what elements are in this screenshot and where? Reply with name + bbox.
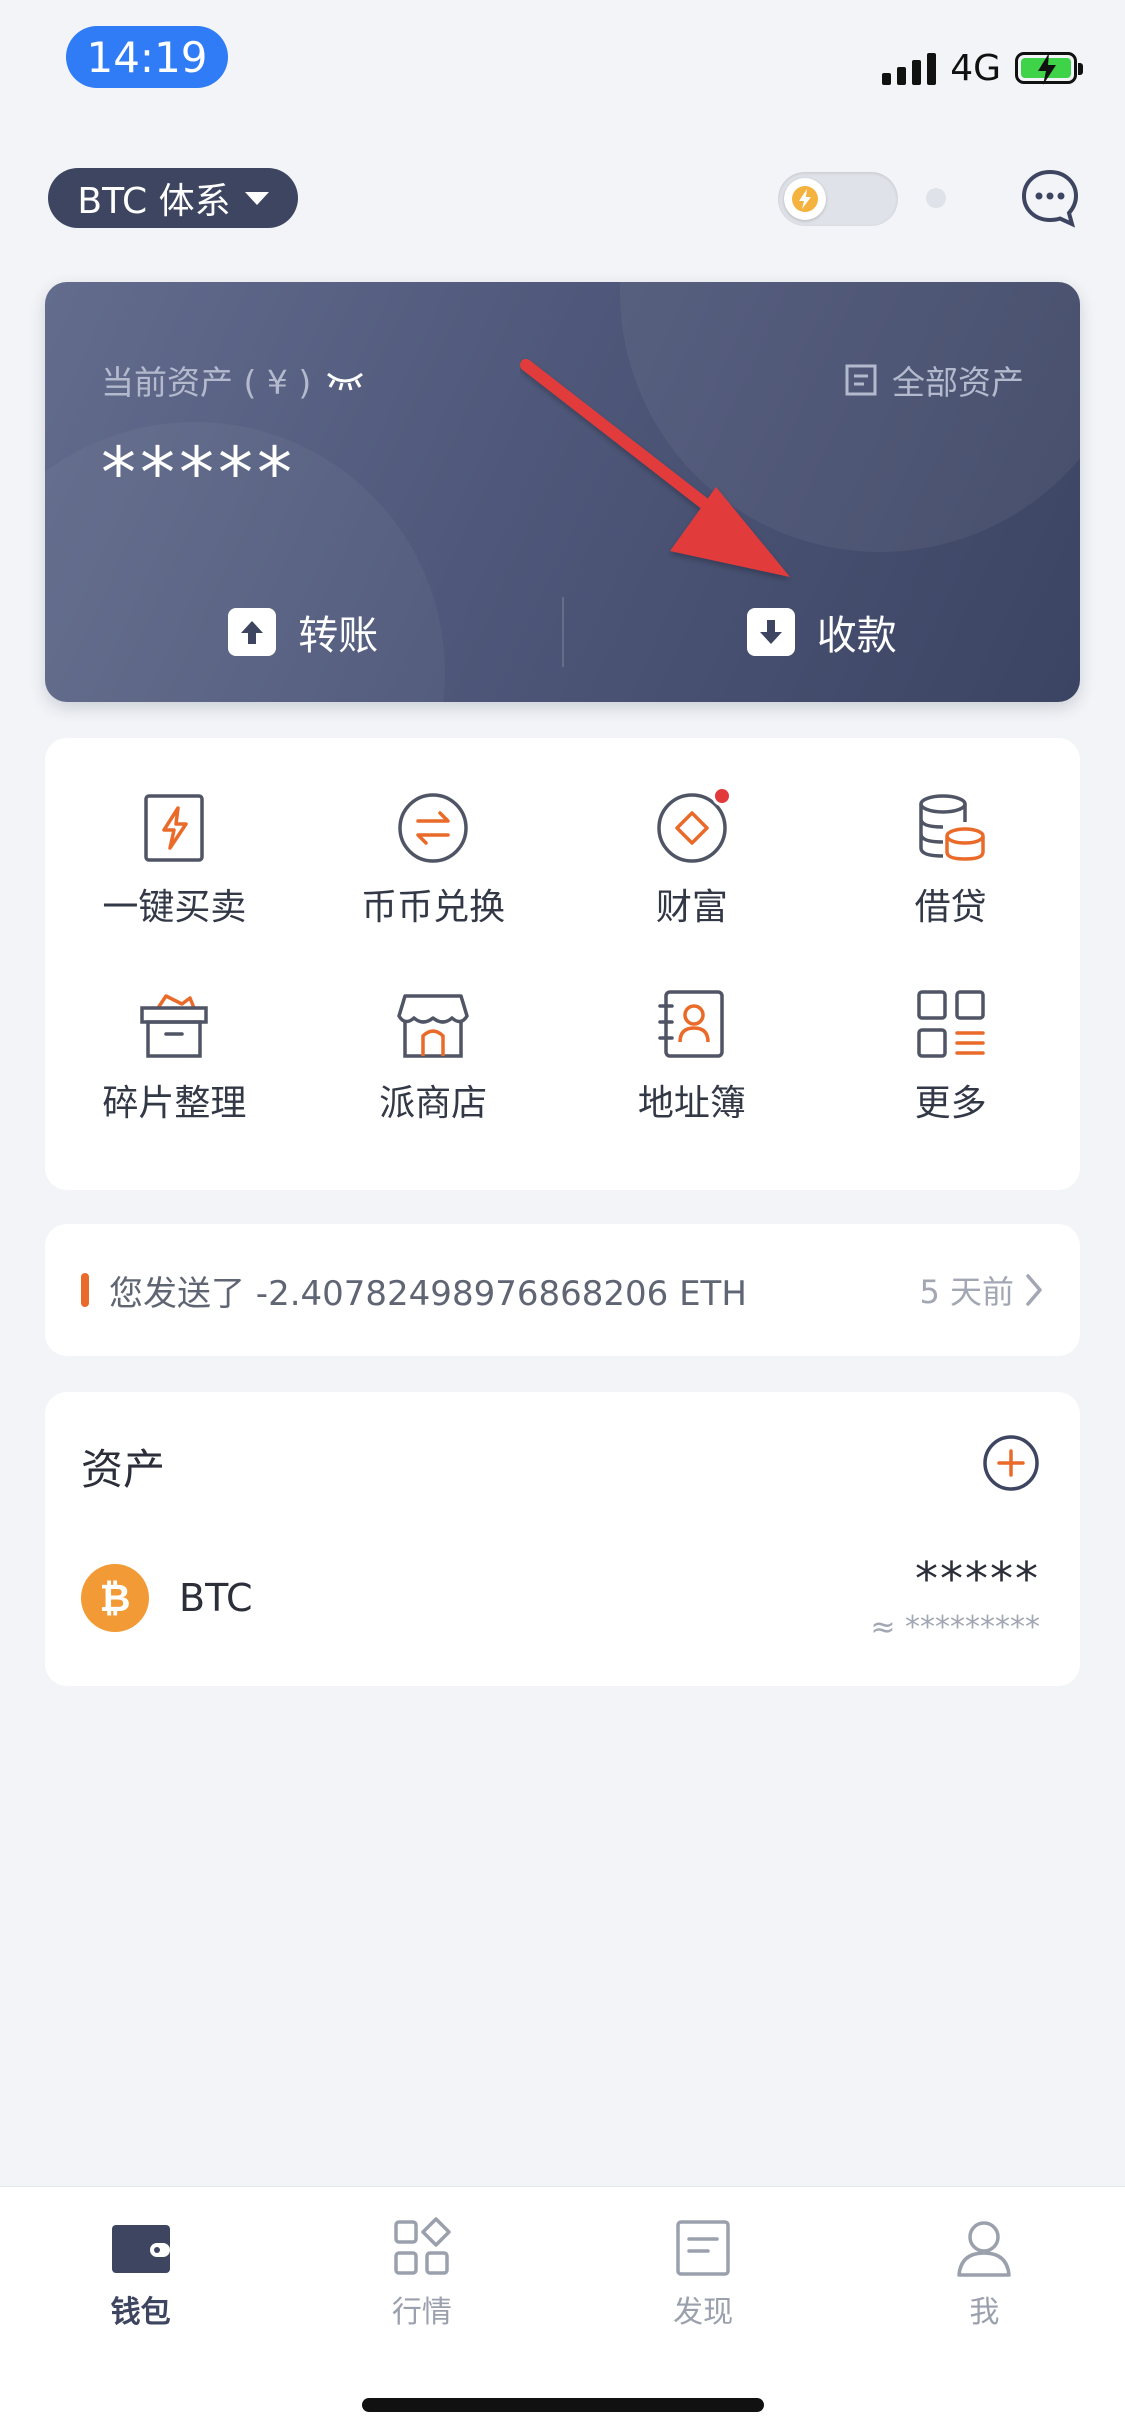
annotation-arrow-icon: [520, 359, 790, 577]
system-selector[interactable]: BTC 体系: [48, 168, 298, 228]
plus-circle-icon: [983, 1435, 1039, 1491]
current-assets-label-group: 当前资产 ( ¥ ): [101, 356, 365, 404]
transfer-label: 转账: [298, 613, 379, 659]
tab-me[interactable]: 我: [844, 2217, 1125, 2436]
feature-more[interactable]: 更多: [821, 986, 1080, 1182]
notice-text: 您发送了 -2.40782498976868206 ETH: [109, 1273, 747, 1314]
feature-label: 财富: [655, 887, 728, 928]
chevron-right-icon: [1026, 1274, 1042, 1306]
receive-button[interactable]: 收款: [564, 603, 1081, 661]
tab-label: 行情: [391, 2295, 452, 2330]
wallet-home-screen: 14:19 4G BTC 体系 当前资产 (¥) 全部资产 ***** 转账…: [0, 0, 1125, 2436]
network-type: 4G: [950, 47, 1001, 89]
upload-icon: [228, 608, 277, 656]
home-indicator: [362, 2398, 764, 2412]
discover-document-icon: [676, 2220, 730, 2276]
asset-value: *****: [101, 432, 296, 514]
all-assets-link[interactable]: 全部资产: [844, 356, 1024, 404]
feature-label: 碎片整理: [102, 1083, 247, 1124]
user-icon: [957, 2221, 1012, 2277]
address-book-icon: [654, 986, 730, 1062]
receive-label: 收款: [816, 613, 897, 659]
add-asset-button[interactable]: [982, 1434, 1040, 1492]
lightning-toggle[interactable]: [778, 172, 898, 226]
feature-grid-card: 一键买卖 币币兑换 财富 借贷 碎片整理 派商店 地址簿 更多: [45, 738, 1080, 1190]
coin-stack-icon: [913, 790, 989, 866]
signal-icon: [882, 51, 937, 85]
current-assets-label: 当前资产 ( ¥ ): [101, 363, 312, 402]
exchange-icon: [395, 790, 471, 866]
feature-label: 更多: [914, 1083, 987, 1124]
transfer-button[interactable]: 转账: [45, 603, 562, 661]
more-grid-icon: [913, 986, 989, 1062]
feature-defragment[interactable]: 碎片整理: [45, 986, 304, 1182]
market-grid-icon: [394, 2217, 451, 2275]
feature-wealth[interactable]: 财富: [563, 786, 822, 986]
accent-bar: [81, 1273, 89, 1307]
store-icon: [395, 986, 471, 1062]
recent-transaction-notice[interactable]: 您发送了 -2.40782498976868206 ETH 5 天前: [45, 1224, 1080, 1356]
status-dot: [926, 188, 946, 208]
lightning-icon: [784, 178, 826, 220]
asset-symbol: BTC: [179, 1576, 253, 1620]
btc-logo-icon: ₿: [81, 1564, 149, 1632]
all-assets-label: 全部资产: [892, 363, 1024, 402]
box-icon: [136, 986, 212, 1062]
asset-values: ***** ≈ *********: [870, 1552, 1040, 1645]
wealth-diamond-icon: [654, 786, 732, 866]
tab-label: 发现: [673, 2295, 734, 2330]
feature-coin-exchange[interactable]: 币币兑换: [304, 790, 563, 986]
feature-label: 派商店: [379, 1083, 488, 1124]
asset-amount: *****: [915, 1551, 1040, 1606]
tab-label: 钱包: [110, 2295, 171, 2330]
battery-icon: [1015, 52, 1083, 85]
asset-row-btc[interactable]: ₿ BTC ***** ≈ *********: [81, 1548, 1040, 1648]
feature-label: 一键买卖: [102, 887, 247, 928]
download-icon: [746, 608, 795, 656]
wallet-icon: [111, 2225, 170, 2273]
message-button[interactable]: [1018, 166, 1082, 230]
chat-bubble-icon: [1021, 169, 1079, 228]
eye-closed-icon[interactable]: [325, 368, 365, 392]
feature-quick-trade[interactable]: 一键买卖: [45, 790, 304, 986]
assets-title: 资产: [81, 1445, 166, 1494]
tab-wallet[interactable]: 钱包: [0, 2217, 281, 2436]
status-indicators: 4G: [882, 44, 1083, 92]
feature-pai-store[interactable]: 派商店: [304, 986, 563, 1182]
assets-card: 资产 ₿ BTC ***** ≈ *********: [45, 1392, 1080, 1686]
notification-dot: [711, 786, 732, 806]
feature-label: 币币兑换: [361, 887, 506, 928]
feature-label: 地址簿: [637, 1083, 746, 1124]
feature-address-book[interactable]: 地址簿: [563, 986, 822, 1182]
notice-time: 5 天前: [919, 1273, 1014, 1311]
feature-loan[interactable]: 借贷: [821, 790, 1080, 986]
tab-label: 我: [969, 2295, 1000, 2330]
asset-fiat-value: ≈ *********: [870, 1609, 1040, 1645]
status-time: 14:19: [66, 26, 228, 88]
document-icon: [845, 364, 877, 396]
caret-down-icon: [244, 191, 269, 205]
lightning-card-icon: [136, 790, 212, 866]
feature-label: 借贷: [914, 887, 987, 928]
system-label: BTC 体系: [77, 181, 231, 222]
